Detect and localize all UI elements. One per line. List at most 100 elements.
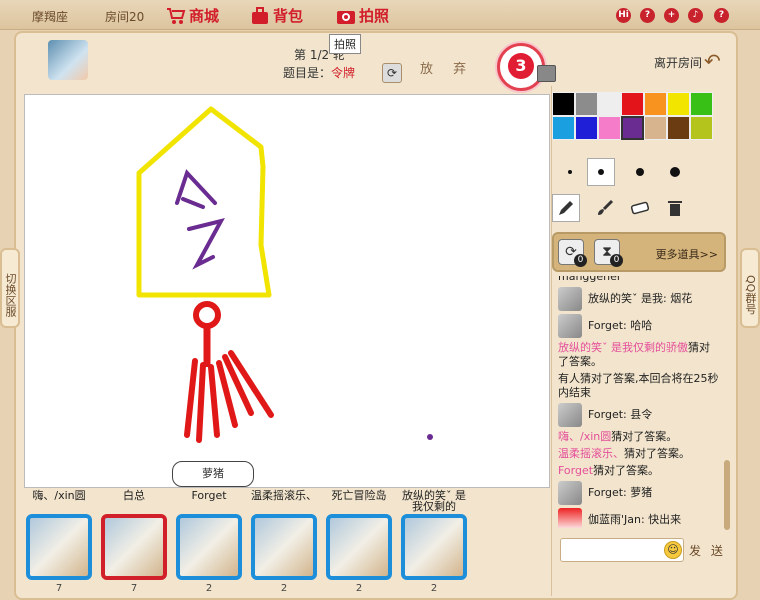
back-arrow-icon[interactable]: ↶ [704, 49, 721, 73]
hourglass-count: 0 [610, 254, 623, 267]
player-avatar[interactable] [401, 514, 467, 580]
timer-value: 3 [508, 53, 534, 79]
topic-line: 题目是：令牌 [283, 64, 355, 81]
sound-icon[interactable]: ♪ [688, 8, 703, 23]
player-name: 放纵的笑ˇ 是我仅剩的 [402, 489, 466, 513]
chat-log: manggener 放纵的笑ˇ 是我: 烟花 Forget: 哈哈 放纵的笑ˇ 是我仅… [558, 276, 720, 528]
char-stroke [187, 217, 225, 270]
color-swatch[interactable] [598, 92, 621, 116]
system-message: 放纵的笑ˇ 是我仅剩的骄傲猜对了答案。 [558, 341, 720, 369]
chat-scrollbar[interactable] [724, 460, 730, 530]
color-swatch[interactable] [644, 116, 667, 140]
help-icon[interactable]: ? [714, 8, 729, 23]
photo-label: 拍照 [359, 7, 390, 25]
brush-size-2[interactable] [587, 158, 615, 186]
drawing-tools [552, 194, 692, 222]
photo-tooltip: 拍照 [329, 34, 361, 54]
player-slot[interactable]: 放纵的笑ˇ 是我仅剩的 2 [399, 490, 469, 594]
player-avatar[interactable] [251, 514, 317, 580]
chat-message: Forget: 县令 [558, 403, 720, 427]
chat-avatar [558, 481, 582, 505]
help-chat-icon[interactable]: ? [640, 8, 655, 23]
shop-label: 商城 [189, 7, 220, 25]
chat-text: Forget: 哈哈 [588, 319, 653, 332]
clear-canvas-icon[interactable]: ⟳ [382, 63, 402, 83]
brush-size-1[interactable] [552, 158, 587, 186]
eraser-icon[interactable] [622, 194, 657, 222]
player-name: 嗨、/xin圆 [558, 430, 612, 443]
clear-prop-count: 0 [574, 254, 587, 267]
system-text: 猜对了答案。 [611, 430, 678, 443]
chat-clipped-line: manggener [558, 276, 622, 283]
player-avatar[interactable] [326, 514, 392, 580]
hourglass-icon[interactable]: ⧗ 0 [594, 239, 623, 267]
color-swatch[interactable] [667, 92, 690, 116]
drawer-avatar [48, 40, 88, 80]
give-up-button[interactable]: 放 弃 [420, 58, 474, 77]
color-swatch[interactable] [552, 116, 575, 140]
pencil-icon[interactable] [552, 194, 580, 222]
drawing-canvas[interactable] [24, 94, 550, 488]
chat-message: Forget: 萝猪 [558, 481, 720, 505]
player-avatar[interactable] [26, 514, 92, 580]
more-props-link[interactable]: 更多道具>> [656, 246, 718, 262]
emoji-icon[interactable]: ☺ [664, 541, 682, 559]
player-avatar[interactable] [176, 514, 242, 580]
player-name: 白总 [123, 489, 145, 502]
color-swatch[interactable] [621, 116, 644, 140]
player-slot[interactable]: Forget 2 [174, 490, 244, 594]
player-slot[interactable]: 嗨、/xin圆 7 [24, 490, 94, 594]
bag-button[interactable]: 背包 [250, 5, 303, 26]
color-swatch[interactable] [552, 92, 575, 116]
player-name: Forget [558, 464, 594, 477]
camera-icon [337, 10, 355, 24]
brush-sizes [552, 158, 692, 186]
photo-button[interactable]: 拍照 [336, 5, 389, 26]
trash-icon[interactable] [657, 194, 692, 222]
leave-room-button[interactable]: 离开房间 [654, 54, 702, 71]
color-swatch[interactable] [644, 92, 667, 116]
player-slot[interactable]: 温柔摇滚乐、 2 [249, 490, 319, 594]
player-name: 温柔摇滚乐、 [558, 447, 624, 460]
player-score: 2 [205, 583, 213, 594]
hi-icon[interactable]: Hi [616, 8, 631, 23]
player-avatar[interactable] [101, 514, 167, 580]
player-list: 嗨、/xin圆 7 白总 7 Forget 2 温柔摇滚乐、 2 死亡冒险岛 2 放纵的笑ˇ 是我仅… [24, 490, 494, 596]
tassel-strands [184, 350, 274, 443]
player-score: 2 [430, 583, 438, 594]
color-swatch[interactable] [621, 92, 644, 116]
chat-text: 伽蓝雨'Jan: 快出来 [588, 513, 682, 526]
speech-bubble: 萝猪 [172, 461, 254, 487]
system-text: 猜对了答案。 [624, 447, 690, 460]
brush-icon[interactable] [587, 194, 622, 222]
color-swatch[interactable] [690, 116, 713, 140]
color-swatch[interactable] [598, 116, 621, 140]
brush-size-4[interactable] [657, 158, 692, 186]
chat-message: 伽蓝雨'Jan: 快出来 [558, 508, 720, 528]
brush-size-3[interactable] [622, 158, 657, 186]
char-stroke [181, 197, 205, 209]
shop-button[interactable]: 商城 [166, 5, 219, 26]
clear-prop-icon[interactable]: ⟳ 0 [558, 239, 587, 267]
chat-avatar [558, 287, 582, 311]
player-slot[interactable]: 白总 7 [99, 490, 169, 594]
color-swatch[interactable] [575, 116, 598, 140]
stray-dot [427, 434, 433, 440]
toggle-icon[interactable] [537, 65, 556, 82]
send-button[interactable]: 发 送 [689, 542, 726, 559]
player-slot[interactable]: 死亡冒险岛 2 [324, 490, 394, 594]
bag-icon [252, 6, 268, 24]
player-score: 2 [280, 583, 288, 594]
props-bar: ⟳ 0 ⧗ 0 更多道具>> [552, 232, 726, 272]
constellation-label: 摩羯座 [32, 10, 69, 24]
color-swatch[interactable] [575, 92, 598, 116]
switch-server-tab[interactable]: 切换区服 [0, 248, 20, 328]
player-name: 嗨、/xin圆 [32, 489, 86, 502]
drawing [136, 106, 433, 443]
color-swatch[interactable] [690, 92, 713, 116]
add-friend-icon[interactable]: + [664, 8, 679, 23]
color-swatch[interactable] [667, 116, 690, 140]
qq-group-tab[interactable]: QQ群号 [740, 248, 760, 328]
player-name: 放纵的笑ˇ 是我仅剩的骄傲 [558, 341, 688, 354]
chat-text: Forget: 县令 [588, 408, 653, 421]
